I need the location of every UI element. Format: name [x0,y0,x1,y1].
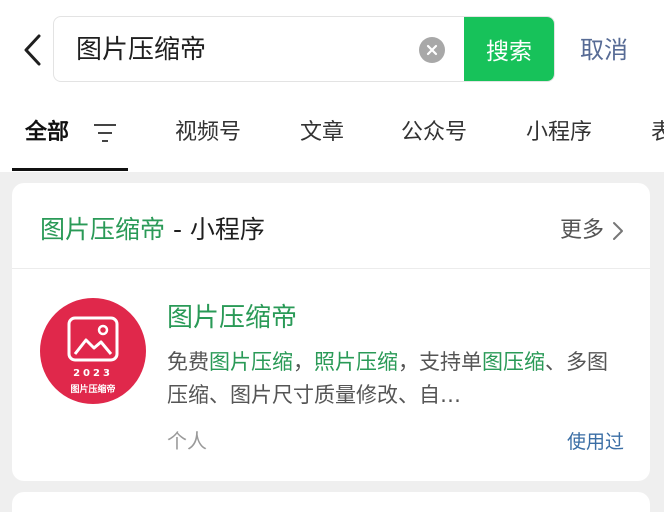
desc-highlight: 照片压缩 [314,350,398,374]
cancel-button[interactable]: 取消 [580,33,628,67]
tab-all[interactable]: 全部 [25,118,69,148]
next-result-card [12,492,650,512]
more-link[interactable]: 更多 [560,216,624,246]
back-button[interactable] [14,30,50,70]
desc-part: 免费 [167,350,209,374]
used-badge: 使用过 [566,431,624,453]
app-logo[interactable]: 2023 图片压缩帝 [40,298,146,404]
desc-highlight: 图片压缩 [209,350,293,374]
app-owner-type: 个人 [167,429,207,453]
tab-more[interactable]: 表 [651,118,664,148]
mini-program-result-card: 图片压缩帝 - 小程序 更多 2023 图片压缩帝 图片压缩帝 免费图片压缩，照… [12,183,650,481]
card-header: 图片压缩帝 - 小程序 更多 [12,183,650,269]
tab-mini-programs[interactable]: 小程序 [526,118,592,148]
logo-year: 2023 [73,368,113,379]
tab-articles[interactable]: 文章 [300,118,344,148]
card-title-suffix: - 小程序 [165,215,265,244]
desc-part: ， [293,350,314,374]
search-button[interactable]: 搜索 [464,17,554,81]
clear-icon [426,44,438,56]
back-arrow-icon [24,34,41,66]
chevron-right-icon [613,222,623,240]
search-box[interactable]: 图片压缩帝 搜索 [53,16,555,82]
tab-channels[interactable]: 视频号 [175,118,241,148]
desc-part: ，支持单 [398,350,482,374]
desc-highlight: 图压缩 [482,350,545,374]
logo-caption: 图片压缩帝 [70,385,116,395]
clear-button[interactable] [419,37,445,63]
search-input[interactable]: 图片压缩帝 [76,33,206,67]
card-title-highlight: 图片压缩帝 [40,215,166,244]
image-icon [67,316,119,362]
more-label: 更多 [559,218,604,243]
card-title: 图片压缩帝 - 小程序 [40,213,265,247]
app-name[interactable]: 图片压缩帝 [167,301,297,335]
tab-bar: 全部 视频号 文章 公众号 小程序 表 [0,104,664,171]
filter-icon[interactable] [92,122,118,144]
top-area: 图片压缩帝 搜索 取消 全部 视频号 文章 公众号 小程序 表 [0,0,664,172]
active-tab-indicator [12,168,128,171]
app-description: 免费图片压缩，照片压缩，支持单图压缩、多图压缩、图片尺寸质量修改、自… [167,346,627,412]
tab-official-accounts[interactable]: 公众号 [401,118,467,148]
